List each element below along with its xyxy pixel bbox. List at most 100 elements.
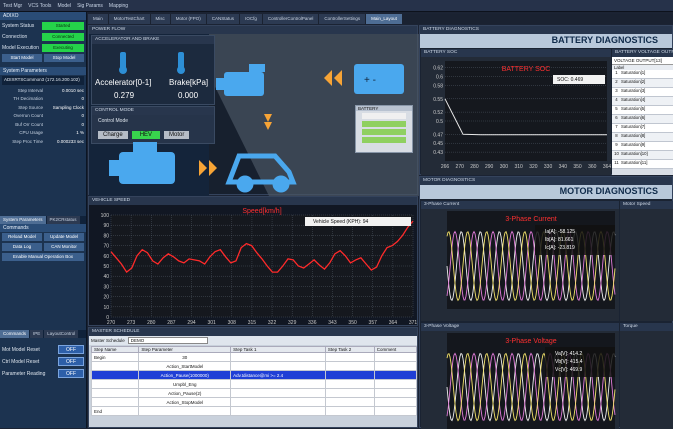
y-tick-label: 0.62 xyxy=(433,66,443,72)
chart-title: 3-Phase Current xyxy=(505,216,556,223)
table-cell: Action_StartModel xyxy=(138,361,232,371)
power-flow-pane: POWER FLOW ACCELERATOR AND BRAKE Acceler… xyxy=(88,25,419,196)
table-cell: Begin xyxy=(90,352,140,362)
tab-motor-fpo[interactable]: Motor (FPO) xyxy=(170,14,206,24)
table-row[interactable]: Action_Pause(2) xyxy=(90,388,418,398)
voltage-panel: BATTERY VOLTAGE OUTPUT VOLTAGE OUTPUT[13… xyxy=(612,49,673,175)
table-cell: 30 xyxy=(138,352,232,362)
tab-commands[interactable]: Commands xyxy=(0,329,30,338)
arrow-down-icon xyxy=(264,114,272,122)
motor-icon xyxy=(216,64,265,96)
table-cell xyxy=(138,406,232,416)
x-tick-label: 308 xyxy=(228,320,237,326)
voltage-row[interactable]: 7 Saturation[7] xyxy=(612,124,673,133)
cell-label: Saturation[10] xyxy=(621,151,648,156)
legend-ia: Ia[A]: -58.125 xyxy=(545,229,575,235)
schedule-select[interactable]: DEMO xyxy=(127,337,208,344)
data-log-button[interactable]: Data Log xyxy=(2,242,42,251)
x-tick-label: 287 xyxy=(167,320,176,326)
table-cell xyxy=(230,406,326,416)
table-cell xyxy=(373,370,418,380)
x-tick-label: 350 xyxy=(348,320,357,326)
x-tick-label: 266 xyxy=(441,164,450,170)
motor-pane: MOTOR DIAGNOSTICS MOTOR DIAGNOSTICS 3-Ph… xyxy=(419,176,673,429)
tab-pk2crstatus[interactable]: PK2CRstatus xyxy=(46,215,80,224)
x-tick-label: 364 xyxy=(603,164,611,170)
tab-controllercontrolpanel[interactable]: ControllerControlPanel xyxy=(262,14,319,24)
menu-item[interactable]: Test Mgr xyxy=(3,3,22,9)
tab-layoutcontrol[interactable]: LayoutControl xyxy=(44,329,79,338)
legend-va: Va[V]: 414.2 xyxy=(555,351,582,357)
legend-ib: Ib[A]: 81.661 xyxy=(545,237,574,243)
x-tick-label: 336 xyxy=(308,320,317,326)
tab-ipe[interactable]: IPE xyxy=(30,329,44,338)
table-cell: Umpbl_Eng xyxy=(138,379,232,389)
params-title: System Parameters xyxy=(0,67,86,75)
voltage-row[interactable]: 11 Saturation[11] xyxy=(612,160,673,169)
voltage-row[interactable]: 10 Saturation[10] xyxy=(612,151,673,160)
y-tick-label: 40 xyxy=(103,274,109,280)
y-tick-label: 0.55 xyxy=(433,97,443,103)
ctrl-reset-toggle[interactable]: OFF xyxy=(58,357,84,366)
y-tick-label: 0.43 xyxy=(433,150,443,156)
table-row[interactable]: Umpbl_Eng xyxy=(90,379,418,389)
menu-item[interactable]: Model xyxy=(57,3,71,9)
update-model-button[interactable]: Update Model xyxy=(44,232,84,241)
tab-system-parameters[interactable]: System Parameters xyxy=(0,215,46,224)
commands-title: Commands xyxy=(0,223,86,232)
cell-label: Saturation[11] xyxy=(621,160,648,165)
cell-label: Saturation[5] xyxy=(621,106,646,111)
menu-item[interactable]: Mapping xyxy=(109,3,128,9)
tab-motortestchart[interactable]: MotorTestChart xyxy=(108,14,150,24)
engine-icon xyxy=(109,142,175,184)
tab-controllersettings[interactable]: ControllerSettings xyxy=(319,14,366,24)
x-tick-label: 280 xyxy=(470,164,479,170)
tab-canstatus[interactable]: CANStatus xyxy=(206,14,240,24)
table-cell: Action_Pause(2) xyxy=(138,388,232,398)
start-model-button[interactable]: Start Model xyxy=(2,54,42,62)
y-tick-label: 0.6 xyxy=(436,75,443,81)
table-row[interactable]: Action_StopModel xyxy=(90,397,418,407)
voltage-row[interactable]: 9 Saturation[9] xyxy=(612,142,673,151)
vehicle-speed-pane: VEHICLE SPEED Speed[km/h] 0 10 20 30 40 50 60 70… xyxy=(88,196,418,326)
reload-model-button[interactable]: Reload Model xyxy=(2,232,42,241)
voltage-row[interactable]: 3 Saturation[3] xyxy=(612,88,673,97)
legend-label: Vehicle Speed (KPH): 94 xyxy=(313,219,369,225)
legend-ic: Ic[A]: -23.819 xyxy=(545,245,575,251)
table-cell xyxy=(230,397,326,407)
y-tick-label: 80 xyxy=(103,233,109,239)
voltage-row[interactable]: 5 Saturation[5] xyxy=(612,106,673,115)
table-row[interactable]: Action_Pause(1000000) Adv.tdistance@mi >=… xyxy=(90,370,418,380)
x-tick-label: 273 xyxy=(127,320,136,326)
tab-misc[interactable]: Misc xyxy=(150,14,170,24)
table-row[interactable]: Action_StartModel xyxy=(90,361,418,371)
y-tick-label: 0.47 xyxy=(433,132,443,138)
voltage-row[interactable]: 4 Saturation[4] xyxy=(612,97,673,106)
target-select[interactable]: ADIXRTSCommon3 (172.16.200.102) xyxy=(2,76,84,85)
tab-main-layout[interactable]: Main_Layout xyxy=(366,14,402,24)
param-reading-toggle[interactable]: OFF xyxy=(58,369,84,378)
voltage-row[interactable]: 8 Saturation[8] xyxy=(612,133,673,142)
can-monitor-button[interactable]: CAN Monitor xyxy=(44,242,84,251)
table-cell: Adv.tdistance@mi >= 2.4 xyxy=(230,370,326,380)
voltage-row[interactable]: 2 Saturation[2] xyxy=(612,79,673,88)
menu-item[interactable]: VCS Tools xyxy=(28,3,51,9)
menu-item[interactable]: Sig Params xyxy=(77,3,103,9)
mot-reset-toggle[interactable]: OFF xyxy=(58,345,84,354)
tab-main[interactable]: Main xyxy=(88,14,108,24)
y-tick-label: 0.52 xyxy=(433,110,443,116)
table-cell xyxy=(373,388,418,398)
table-cell xyxy=(324,370,375,380)
tab-iocfg[interactable]: IOCfg xyxy=(240,14,262,24)
stop-model-button[interactable]: Stop Model xyxy=(44,54,84,62)
table-row[interactable]: Begin 30 xyxy=(90,352,418,362)
x-tick-label: 270 xyxy=(107,320,116,326)
table-cell xyxy=(90,361,140,371)
voltage-row[interactable]: 1 Saturation[1] xyxy=(612,70,673,79)
voltage-row[interactable]: 6 Saturation[6] xyxy=(612,115,673,124)
x-tick-label: 270 xyxy=(456,164,465,170)
manual-operation-button[interactable]: Enable Manual Operation Box xyxy=(2,252,84,261)
table-row[interactable]: End xyxy=(90,406,418,416)
x-tick-label: 300 xyxy=(500,164,509,170)
title-bar: Test Mgr VCS Tools Model Sig Params Mapp… xyxy=(0,0,673,12)
